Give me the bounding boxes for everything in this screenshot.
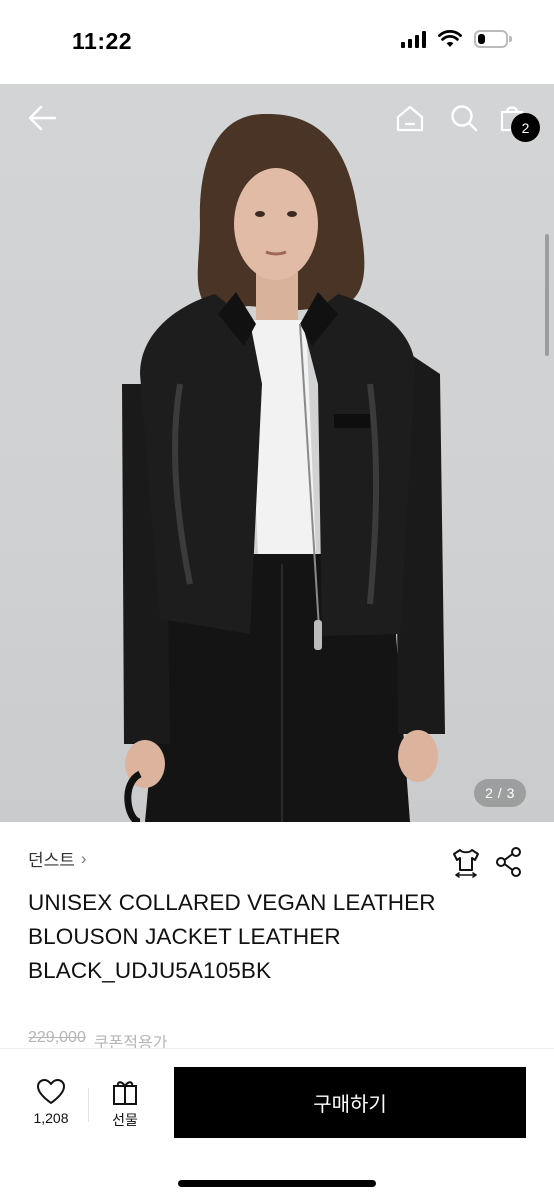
size-guide-button[interactable]: [450, 846, 482, 878]
wishlist-count: 1,208: [33, 1110, 69, 1126]
search-icon: [451, 105, 478, 132]
wishlist-button[interactable]: 1,208: [20, 1078, 82, 1134]
heart-icon: [37, 1079, 65, 1104]
product-photo: [122, 113, 445, 822]
tshirt-size-icon: [453, 849, 479, 878]
home-button[interactable]: [392, 100, 428, 136]
brand-link[interactable]: 던스트 ›: [28, 846, 87, 871]
buy-button[interactable]: 구매하기: [174, 1067, 526, 1138]
status-time: 11:22: [72, 28, 133, 54]
scroll-indicator: [545, 234, 549, 356]
chevron-right-icon: ›: [80, 848, 87, 868]
cart-count-badge: 2: [511, 113, 540, 142]
gift-button[interactable]: 선물: [94, 1078, 156, 1134]
status-icons: [401, 30, 512, 48]
home-icon: [396, 105, 424, 132]
gallery-page-indicator: 2 / 3: [474, 779, 526, 807]
status-bar: 11:22: [0, 0, 554, 84]
search-button[interactable]: [446, 100, 482, 136]
share-icon: [496, 847, 521, 877]
cellular-signal-icon: [401, 30, 426, 48]
share-button[interactable]: [494, 846, 524, 878]
back-button[interactable]: [24, 100, 60, 136]
gift-label: 선물: [112, 1112, 138, 1128]
brand-name: 던스트: [28, 851, 75, 870]
arrow-left-icon: [28, 105, 57, 131]
wifi-icon: [438, 30, 462, 47]
gift-icon: [113, 1081, 137, 1105]
battery-level: [478, 34, 485, 44]
battery-icon: [474, 30, 512, 48]
product-image-gallery[interactable]: [0, 84, 554, 822]
product-title: UNISEX COLLARED VEGAN LEATHER BLOUSON JA…: [28, 890, 436, 983]
action-bar-divider: [88, 1088, 89, 1122]
home-indicator: [178, 1180, 376, 1187]
